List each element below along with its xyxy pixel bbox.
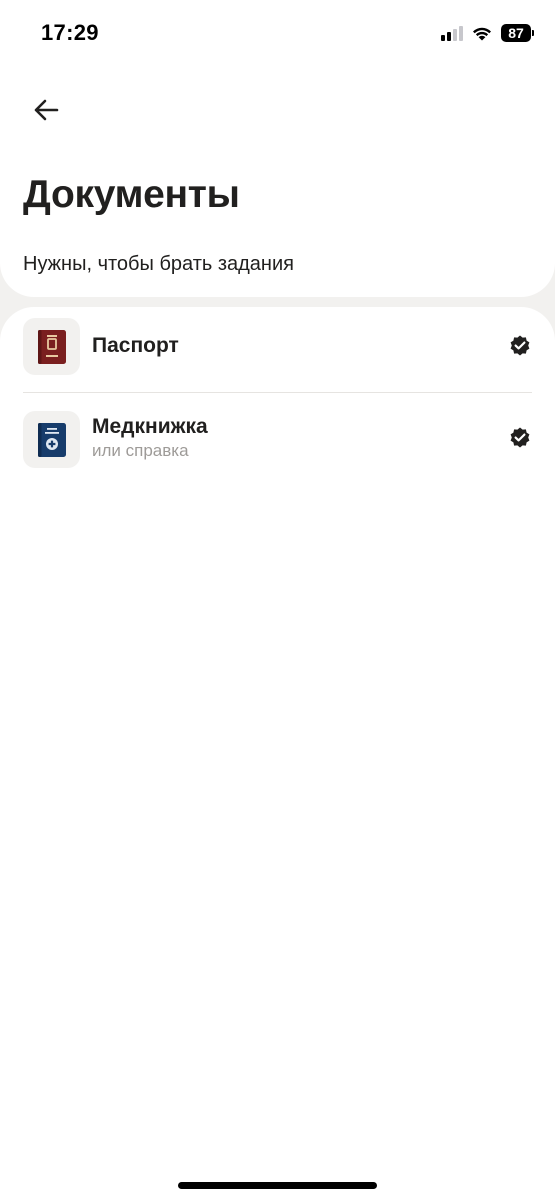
passport-icon bbox=[37, 329, 66, 364]
arrow-left-icon bbox=[34, 99, 59, 121]
status-time: 17:29 bbox=[41, 20, 99, 45]
document-title: Медкнижка bbox=[92, 415, 208, 438]
verified-check-icon bbox=[510, 427, 530, 448]
cellular-signal-icon bbox=[441, 25, 463, 41]
divider bbox=[23, 392, 532, 393]
page-title: Документы bbox=[23, 173, 240, 216]
document-title: Паспорт bbox=[92, 334, 179, 357]
status-icons: 87 bbox=[441, 22, 534, 44]
home-indicator[interactable] bbox=[178, 1182, 377, 1189]
status-bar: 17:29 87 bbox=[0, 0, 555, 66]
document-subtitle: или справка bbox=[92, 441, 189, 460]
document-item-medical-book[interactable]: Медкнижка или справка bbox=[0, 400, 555, 484]
document-thumbnail bbox=[23, 318, 80, 375]
back-button[interactable] bbox=[22, 86, 70, 134]
battery-icon: 87 bbox=[501, 24, 534, 42]
screen: 17:29 87 Документы Нужны, чтобы брать за… bbox=[0, 0, 555, 1200]
documents-list: Паспорт Медкнижка или справка bbox=[0, 307, 555, 1200]
page-subtitle: Нужны, чтобы брать задания bbox=[23, 253, 294, 275]
medical-book-icon bbox=[37, 422, 66, 457]
header-card: 17:29 87 Документы Нужны, чтобы брать за… bbox=[0, 0, 555, 297]
document-thumbnail bbox=[23, 411, 80, 468]
verified-check-icon bbox=[510, 335, 530, 356]
wifi-icon bbox=[473, 27, 491, 41]
battery-level: 87 bbox=[508, 25, 524, 41]
document-item-passport[interactable]: Паспорт bbox=[0, 307, 555, 393]
